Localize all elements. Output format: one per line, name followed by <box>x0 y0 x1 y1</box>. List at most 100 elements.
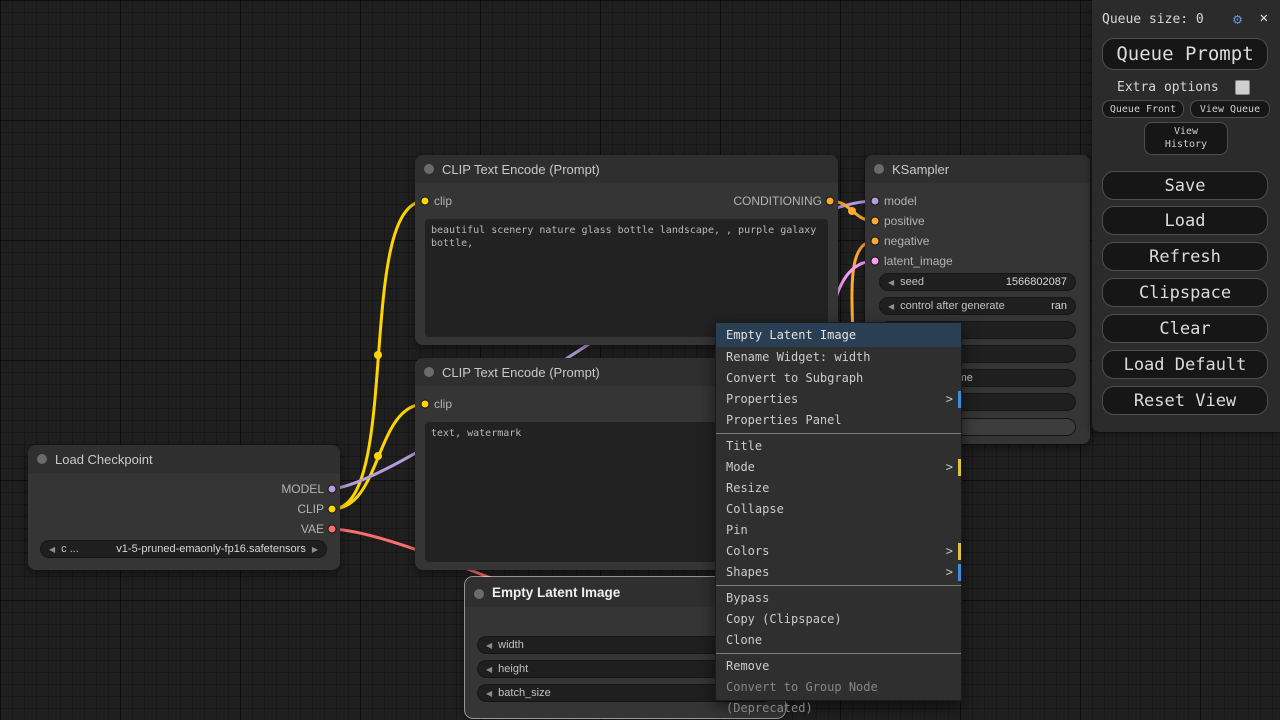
view-queue-button[interactable]: View Queue <box>1190 100 1270 118</box>
menu-item-label: Bypass <box>726 591 769 605</box>
prompt-text-widget[interactable]: beautiful scenery nature glass bottle la… <box>425 219 828 337</box>
menu-item-label: Collapse <box>726 502 784 516</box>
menu-item-rename-widget[interactable]: Rename Widget: width <box>716 347 961 368</box>
node-clip-text-encode-positive[interactable]: CLIP Text Encode (Prompt) clip CONDITION… <box>415 155 838 345</box>
collapse-dot-icon[interactable] <box>474 589 484 599</box>
submenu-arrow-icon: > <box>946 389 953 410</box>
node-title: KSampler <box>892 162 949 177</box>
widget-label: c ... <box>61 543 79 555</box>
input-slot-latent-image[interactable] <box>871 257 880 266</box>
input-slot-negative[interactable] <box>871 237 880 246</box>
node-title: CLIP Text Encode (Prompt) <box>442 365 600 380</box>
submenu-arrow-icon: > <box>946 457 953 478</box>
queue-size-label: Queue size: 0 <box>1102 12 1204 27</box>
widget-label: seed <box>900 276 924 288</box>
input-slot-model[interactable] <box>871 197 880 206</box>
input-slot-positive[interactable] <box>871 217 880 226</box>
submenu-arrow-icon: > <box>946 541 953 562</box>
input-label-clip: clip <box>434 194 452 208</box>
menu-item-collapse[interactable]: Collapse <box>716 499 961 520</box>
comfyui-canvas[interactable]: { "colors": { "clip_wire": "#FFD500", "m… <box>0 0 1280 720</box>
menu-item-label: Convert to Subgraph <box>726 371 863 385</box>
widget-left-arrow-icon[interactable]: ◀ <box>486 689 492 698</box>
close-panel-icon[interactable]: ✕ <box>1260 10 1268 26</box>
menu-item-pin[interactable]: Pin <box>716 520 961 541</box>
menu-item-title[interactable]: Title <box>716 436 961 457</box>
queue-front-button[interactable]: Queue Front <box>1102 100 1184 118</box>
menu-item-mode[interactable]: Mode > <box>716 457 961 478</box>
menu-item-properties-panel[interactable]: Properties Panel <box>716 410 961 431</box>
widget-left-arrow-icon[interactable]: ◀ <box>888 302 894 311</box>
node-load-checkpoint[interactable]: Load Checkpoint MODEL CLIP VAE ◀ c ... v… <box>28 445 340 570</box>
widget-left-arrow-icon[interactable]: ◀ <box>888 278 894 287</box>
node-title: Empty Latent Image <box>492 585 620 600</box>
node-header[interactable]: CLIP Text Encode (Prompt) <box>415 155 838 183</box>
input-slot-clip[interactable] <box>421 400 430 409</box>
ckpt-name-widget[interactable]: ◀ c ... v1-5-pruned-emaonly-fp16.safeten… <box>40 540 327 558</box>
menu-item-resize[interactable]: Resize <box>716 478 961 499</box>
wire-midpoint-dot <box>848 207 856 215</box>
widget-value: 1566802087 <box>1006 276 1067 288</box>
extra-options-label: Extra options <box>1117 80 1219 95</box>
input-label-positive: positive <box>884 214 925 228</box>
control-after-generate-widget[interactable]: ◀ control after generate ran <box>879 297 1076 315</box>
node-title: CLIP Text Encode (Prompt) <box>442 162 600 177</box>
widget-left-arrow-icon[interactable]: ◀ <box>486 641 492 650</box>
menu-item-clone[interactable]: Clone <box>716 630 961 651</box>
output-slot-clip[interactable] <box>328 505 337 514</box>
widget-right-arrow-icon[interactable]: ▶ <box>312 545 318 554</box>
output-label-conditioning: CONDITIONING <box>733 194 822 208</box>
input-label-latent-image: latent_image <box>884 254 953 268</box>
menu-item-bypass[interactable]: Bypass <box>716 588 961 609</box>
menu-item-label: Mode <box>726 460 755 474</box>
output-slot-vae[interactable] <box>328 525 337 534</box>
settings-gear-icon[interactable]: ⚙ <box>1233 10 1242 28</box>
queue-prompt-button[interactable]: Queue Prompt <box>1102 38 1268 70</box>
load-button[interactable]: Load <box>1102 206 1268 235</box>
collapse-dot-icon[interactable] <box>424 367 434 377</box>
wire-midpoint-dot <box>374 452 382 460</box>
menu-separator <box>716 653 961 654</box>
menu-item-shapes[interactable]: Shapes> <box>716 562 961 583</box>
menu-item-remove[interactable]: Remove <box>716 656 961 677</box>
menu-item-label: Clone <box>726 633 762 647</box>
output-slot-model[interactable] <box>328 485 337 494</box>
widget-label: batch_size <box>498 687 551 699</box>
save-button[interactable]: Save <box>1102 171 1268 200</box>
node-header[interactable]: KSampler <box>865 155 1090 183</box>
menu-item-properties[interactable]: Properties> <box>716 389 961 410</box>
menu-item-colors[interactable]: Colors> <box>716 541 961 562</box>
widget-left-arrow-icon[interactable]: ◀ <box>49 545 55 554</box>
output-label-clip: CLIP <box>297 502 324 516</box>
widget-label: width <box>498 639 524 651</box>
extra-options-checkbox[interactable] <box>1235 80 1250 95</box>
menu-separator <box>716 585 961 586</box>
output-slot-conditioning[interactable] <box>826 197 835 206</box>
widget-value: v1-5-pruned-emaonly-fp16.safetensors <box>116 543 306 555</box>
clear-button[interactable]: Clear <box>1102 314 1268 343</box>
collapse-dot-icon[interactable] <box>874 164 884 174</box>
widget-label: height <box>498 663 528 675</box>
menu-item-label: Rename Widget: width <box>726 350 871 364</box>
menu-item-label: Remove <box>726 659 769 673</box>
collapse-dot-icon[interactable] <box>37 454 47 464</box>
seed-widget[interactable]: ◀ seed 1566802087 <box>879 273 1076 291</box>
reset-view-button[interactable]: Reset View <box>1102 386 1268 415</box>
refresh-button[interactable]: Refresh <box>1102 242 1268 271</box>
node-header[interactable]: Load Checkpoint <box>28 445 340 473</box>
output-label-model: MODEL <box>281 482 324 496</box>
widget-value: ran <box>1051 300 1067 312</box>
widget-left-arrow-icon[interactable]: ◀ <box>486 665 492 674</box>
menu-item-convert-to-group-node: Convert to Group Node (Deprecated) <box>716 677 961 698</box>
menu-item-convert-to-subgraph[interactable]: Convert to Subgraph <box>716 368 961 389</box>
input-slot-clip[interactable] <box>421 197 430 206</box>
load-default-button[interactable]: Load Default <box>1102 350 1268 379</box>
output-label-vae: VAE <box>301 522 324 536</box>
collapse-dot-icon[interactable] <box>424 164 434 174</box>
node-context-menu: Empty Latent Image Rename Widget: width … <box>715 322 962 701</box>
clipspace-button[interactable]: Clipspace <box>1102 278 1268 307</box>
menu-item-copy-clipspace[interactable]: Copy (Clipspace) <box>716 609 961 630</box>
menu-item-label: Title <box>726 439 762 453</box>
input-label-clip: clip <box>434 397 452 411</box>
view-history-button[interactable]: View History <box>1144 122 1228 155</box>
